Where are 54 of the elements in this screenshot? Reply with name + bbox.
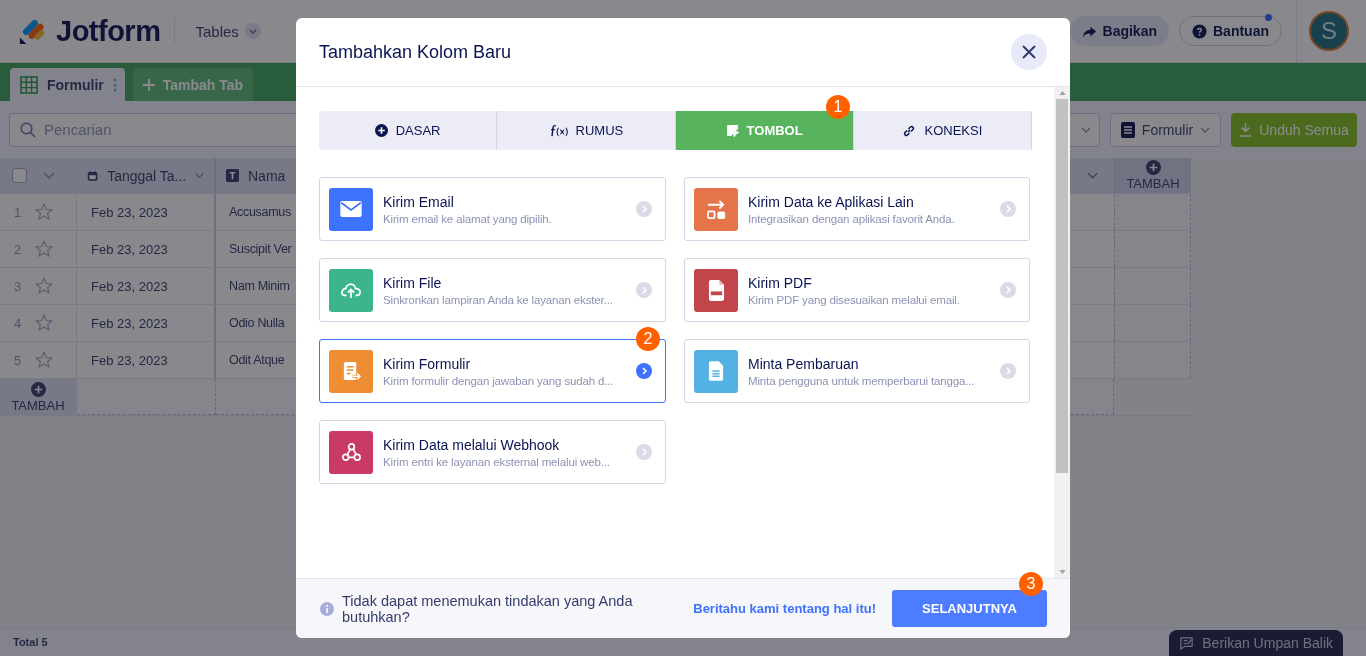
category-tab[interactable]: TOMBOL	[675, 111, 854, 150]
table-cell-text: Odio Nulla	[228, 315, 286, 332]
action-title: Kirim Email	[383, 193, 455, 210]
next-button[interactable]: SELANJUTNYA	[892, 590, 1047, 627]
action-card[interactable]: Kirim Data ke Aplikasi Lain Integrasikan dengan aplikasi favorit Anda.	[684, 177, 1030, 241]
action-card[interactable]: Kirim PDF Kirim PDF yang disesuaikan melalui email.	[684, 258, 1030, 322]
action-title: Minta Pembaruan	[748, 355, 860, 372]
sheet-tab[interactable]: Formulir	[10, 68, 125, 101]
action-description: Kirim formulir dengan jawaban yang sudah d...	[383, 374, 615, 387]
step-badge: 3	[1019, 572, 1043, 596]
add-row-button[interactable]: TAMBAH	[0, 379, 77, 415]
product-dropdown[interactable]: Tables	[189, 21, 267, 41]
table-cell-text: Accusamus	[228, 204, 292, 221]
row-number: 4	[14, 315, 22, 331]
row-number: 2	[14, 241, 22, 257]
add-column-button[interactable]: TAMBAH	[1114, 158, 1191, 193]
category-tab[interactable]: DASAR	[319, 111, 498, 150]
logo-text: Jotform	[56, 14, 161, 48]
row-number: 5	[14, 352, 22, 368]
search-field[interactable]: Pencarian	[9, 112, 296, 147]
category-tab[interactable]: RUMUS	[497, 111, 676, 150]
action-card[interactable]: Minta Pembaruan Minta pengguna untuk memperbarui tangga...	[684, 339, 1030, 403]
action-title: Kirim Data melalui Webhook	[383, 436, 561, 453]
view-dropdown[interactable]: Formulir	[1110, 112, 1221, 147]
step-badge: 2	[636, 327, 660, 351]
column-header[interactable]: Nama	[216, 158, 296, 193]
action-description: Kirim entri ke layanan eksternal melalui web...	[383, 455, 611, 468]
table-cell-text: Odit Atque	[228, 352, 286, 369]
avatar[interactable]: S	[1309, 11, 1349, 51]
action-card[interactable]: Kirim Email Kirim email ke alamat yang dipilih.	[319, 177, 666, 241]
action-description: Kirim email ke alamat yang dipilih.	[383, 212, 553, 225]
row-number: 3	[14, 278, 22, 294]
action-title: Kirim Data ke Aplikasi Lain	[748, 193, 915, 210]
action-title: Kirim PDF	[748, 274, 813, 291]
table-cell-text: Nam Minim	[228, 278, 291, 295]
share-button[interactable]: Bagikan	[1069, 16, 1169, 46]
row-number: 1	[14, 204, 22, 220]
action-title: Kirim Formulir	[383, 355, 472, 372]
action-description: Kirim PDF yang disesuaikan melalui email.	[748, 293, 961, 306]
action-title: Kirim File	[383, 274, 443, 291]
action-description: Minta pengguna untuk memperbarui tangga...	[748, 374, 976, 387]
dialog-title: Tambahkan Kolom Baru	[319, 41, 512, 63]
help-button[interactable]: Bantuan	[1179, 16, 1282, 46]
hint-text: Tidak dapat menemukan tindakan yang Anda butuhkan?	[342, 592, 634, 625]
action-card[interactable]: Kirim File Sinkronkan lampiran Anda ke layanan ekster...	[319, 258, 666, 322]
action-card[interactable]: Kirim Data melalui Webhook Kirim entri ke layanan eksternal melalui web...	[319, 420, 666, 484]
total-count: Total 5	[13, 636, 48, 648]
action-description: Sinkronkan lampiran Anda ke layanan ekster...	[383, 293, 614, 306]
feedback-button[interactable]: Berikan Umpan Balik	[1169, 630, 1343, 656]
table-cell-text: Suscipit Ver	[228, 241, 293, 258]
category-tab[interactable]: KONEKSI	[853, 111, 1032, 150]
feedback-link[interactable]: Beritahu kami tentang hal itu!	[693, 601, 876, 616]
action-description: Integrasikan dengan aplikasi favorit Anda.	[748, 212, 956, 225]
step-badge: 1	[826, 95, 850, 119]
